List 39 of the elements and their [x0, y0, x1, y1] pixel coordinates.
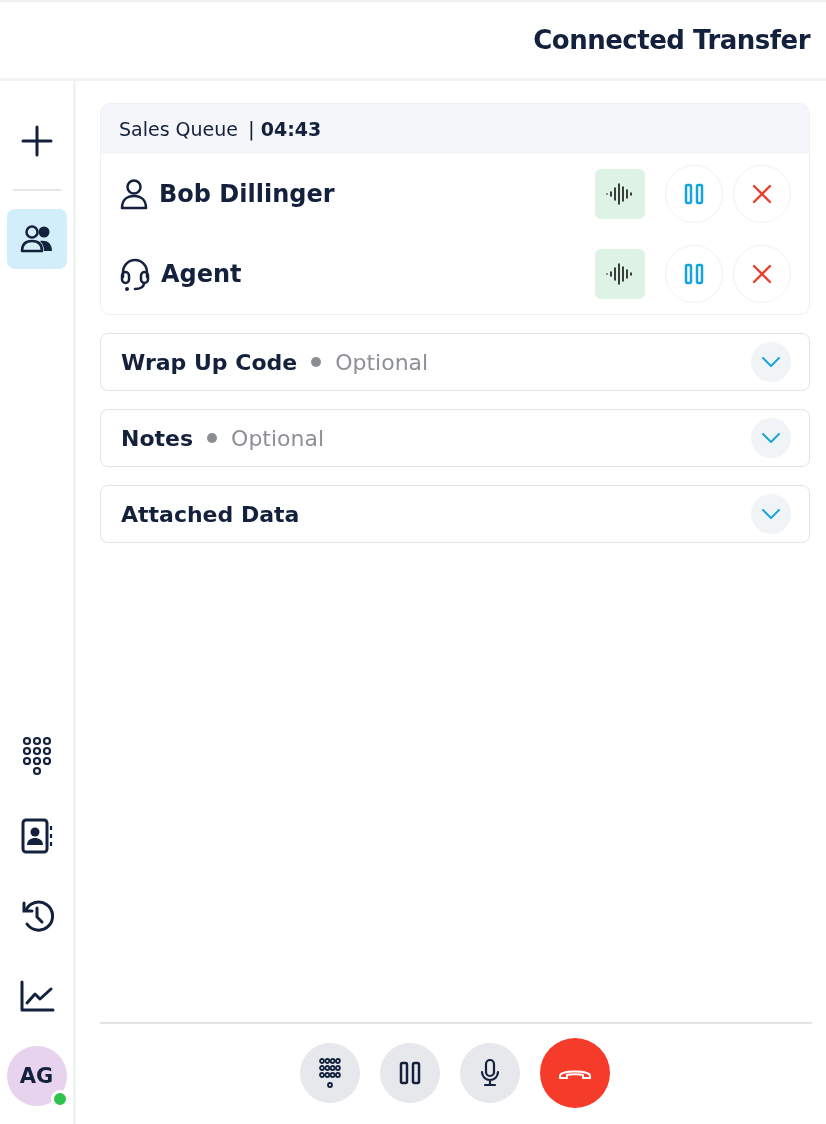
participants-button[interactable] [6, 209, 67, 269]
chevron-down-icon [761, 508, 781, 520]
call-timer: 04:43 [260, 118, 322, 140]
collapsible-section[interactable]: Wrap Up Code Optional [100, 333, 810, 391]
participant-name: Bob Dillinger [159, 180, 335, 208]
participant-name: Agent [161, 260, 242, 288]
pause-icon [684, 263, 704, 285]
chevron-down-icon [761, 432, 781, 444]
window-title: Connected Transfer [533, 25, 810, 55]
user-avatar[interactable]: AG [6, 1046, 67, 1106]
chevron-down-icon [761, 356, 781, 368]
person-icon [119, 178, 149, 210]
line-chart-icon [18, 979, 55, 1013]
separator: | [248, 117, 255, 141]
close-icon [752, 184, 772, 204]
close-icon [752, 264, 772, 284]
optional-label: Optional [231, 425, 325, 451]
queue-name: Sales Queue [119, 118, 239, 140]
microphone-icon [479, 1058, 501, 1088]
audio-level-button[interactable] [595, 249, 645, 299]
optional-label: Optional [335, 349, 429, 375]
section-title: Notes [121, 425, 194, 451]
section-title: Wrap Up Code [121, 349, 298, 375]
pause-icon [399, 1061, 421, 1085]
bullet-dot [207, 433, 218, 443]
section-title: Attached Data [121, 501, 300, 527]
sound-wave-icon [605, 182, 635, 206]
plus-icon [19, 124, 54, 158]
headset-icon [119, 257, 151, 291]
collapsible-section[interactable]: Attached Data [100, 485, 810, 543]
collapsible-section[interactable]: Notes Optional [100, 409, 810, 467]
dialpad-icon [20, 736, 53, 776]
dialpad-icon [319, 1058, 341, 1088]
pause-icon [684, 183, 704, 205]
sound-wave-icon [605, 262, 635, 286]
audio-level-button[interactable] [595, 169, 645, 219]
contact-book-icon [19, 818, 54, 854]
people-icon [19, 224, 54, 254]
bullet-dot [311, 357, 322, 367]
